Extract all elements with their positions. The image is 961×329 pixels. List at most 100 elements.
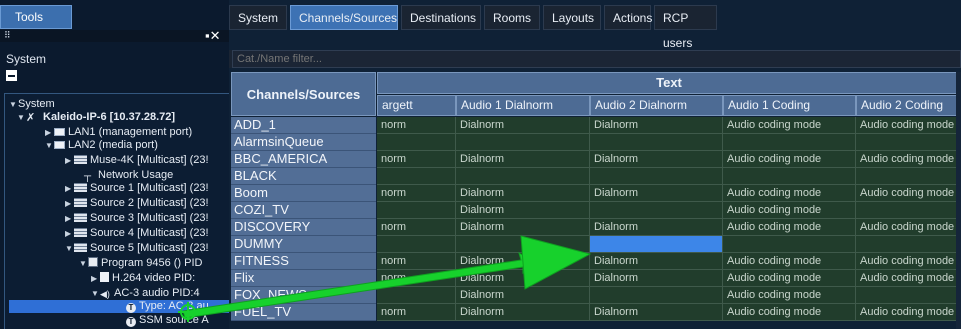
channel-name-cell[interactable]: AlarmsinQueue xyxy=(231,134,376,151)
table-cell[interactable]: Audio coding mode xyxy=(856,304,961,321)
table-cell[interactable]: Dialnorm xyxy=(456,202,590,219)
channel-name-cell[interactable]: ADD_1 xyxy=(231,117,376,134)
tree-node[interactable]: ▼ Source 5 [Multicast] (23! xyxy=(65,242,209,255)
drag-grip-icon[interactable]: ⠿ xyxy=(4,31,11,40)
table-cell[interactable] xyxy=(723,168,856,185)
tree-node[interactable]: ▶ Source 3 [Multicast] (23! xyxy=(65,212,209,225)
table-cell[interactable]: Audio coding mode xyxy=(856,219,961,236)
table-cell[interactable] xyxy=(590,202,723,219)
tree-node[interactable]: ▼ LAN2 (media port) xyxy=(45,139,158,152)
table-cell[interactable]: Dialnorm xyxy=(590,151,723,168)
tree-node[interactable]: ▶ Source 1 [Multicast] (23! xyxy=(65,182,209,195)
tree-node[interactable]: ▼System xyxy=(9,98,55,111)
tree-node[interactable]: T SSM source A xyxy=(117,314,209,327)
table-cell[interactable]: Dialnorm xyxy=(456,270,590,287)
table-cell[interactable]: Dialnorm xyxy=(456,287,590,304)
table-cell[interactable]: Audio coding mode xyxy=(856,185,961,202)
tree-node[interactable]: ┬ Network Usage xyxy=(75,169,173,182)
table-cell[interactable] xyxy=(856,202,961,219)
table-cell[interactable]: Dialnorm xyxy=(590,253,723,270)
tree-node[interactable]: ▶ Muse-4K [Multicast] (23! xyxy=(65,154,209,167)
collapsed-arrow-icon[interactable]: ▶ xyxy=(65,182,74,195)
column-header[interactable]: Audio 2 Coding xyxy=(856,95,961,116)
table-cell[interactable]: norm xyxy=(377,151,456,168)
collapsed-arrow-icon[interactable]: ▶ xyxy=(45,126,54,139)
expanded-arrow-icon[interactable]: ▼ xyxy=(91,287,100,300)
table-cell[interactable] xyxy=(377,202,456,219)
expanded-arrow-icon[interactable]: ▼ xyxy=(17,111,26,124)
channel-name-cell[interactable]: FITNESS xyxy=(231,253,376,270)
table-cell[interactable]: Audio coding mode xyxy=(856,253,961,270)
table-cell[interactable]: norm xyxy=(377,117,456,134)
table-cell[interactable]: Audio coding mode xyxy=(723,270,856,287)
table-cell[interactable]: Dialnorm xyxy=(456,304,590,321)
expanded-arrow-icon[interactable]: ▼ xyxy=(65,242,74,255)
table-cell[interactable]: Audio coding mode xyxy=(723,219,856,236)
table-cell[interactable] xyxy=(856,287,961,304)
table-cell[interactable] xyxy=(723,134,856,151)
collapsed-arrow-icon[interactable]: ▶ xyxy=(65,227,74,240)
collapsed-arrow-icon[interactable]: ▶ xyxy=(65,212,74,225)
channel-name-cell[interactable]: BBC_AMERICA xyxy=(231,151,376,168)
collapsed-arrow-icon[interactable]: ▶ xyxy=(91,272,100,285)
close-panel-icon[interactable]: ▪✕ xyxy=(205,29,221,42)
tree-node[interactable]: ▼ Program 9456 () PID xyxy=(79,257,202,270)
table-cell[interactable]: Dialnorm xyxy=(456,219,590,236)
table-cell[interactable]: Dialnorm xyxy=(456,117,590,134)
tab-rooms[interactable]: Rooms xyxy=(484,5,540,30)
table-cell[interactable] xyxy=(456,168,590,185)
table-cell[interactable] xyxy=(377,134,456,151)
table-cell[interactable]: Dialnorm xyxy=(590,185,723,202)
table-cell[interactable]: Audio coding mode xyxy=(856,117,961,134)
table-cell[interactable]: Dialnorm xyxy=(456,185,590,202)
table-cell[interactable] xyxy=(590,168,723,185)
tab-actions[interactable]: Actions xyxy=(604,5,652,30)
table-cell[interactable] xyxy=(590,236,723,253)
table-cell[interactable]: norm xyxy=(377,270,456,287)
table-cell[interactable] xyxy=(590,287,723,304)
table-cell[interactable]: Dialnorm xyxy=(456,151,590,168)
column-header[interactable]: Audio 1 Dialnorm xyxy=(456,95,590,116)
collapse-all-button[interactable] xyxy=(6,70,17,81)
table-cell[interactable]: Audio coding mode xyxy=(723,253,856,270)
table-cell[interactable] xyxy=(856,168,961,185)
table-cell[interactable]: Audio coding mode xyxy=(723,202,856,219)
column-header[interactable]: Audio 2 Dialnorm xyxy=(590,95,723,116)
channel-name-cell[interactable]: FOX_NEWS xyxy=(231,287,376,304)
table-cell[interactable] xyxy=(377,236,456,253)
tree-node[interactable]: ▶ H.264 video PID: xyxy=(91,272,195,285)
table-cell[interactable] xyxy=(590,134,723,151)
channel-name-cell[interactable]: DUMMY xyxy=(231,236,376,253)
table-cell[interactable]: Dialnorm xyxy=(590,117,723,134)
table-cell[interactable]: norm xyxy=(377,304,456,321)
channel-name-cell[interactable]: DISCOVERY xyxy=(231,219,376,236)
table-cell[interactable]: Audio coding mode xyxy=(723,287,856,304)
channel-name-cell[interactable]: COZI_TV xyxy=(231,202,376,219)
column-header[interactable]: argett xyxy=(377,95,456,116)
tools-tab[interactable]: Tools xyxy=(0,5,72,29)
tab-destinations[interactable]: Destinations xyxy=(401,5,481,30)
table-cell[interactable]: Audio coding mode xyxy=(723,304,856,321)
collapsed-arrow-icon[interactable]: ▶ xyxy=(65,197,74,210)
table-cell[interactable]: Audio coding mode xyxy=(856,151,961,168)
tree-node[interactable]: T Type: AC-3 au xyxy=(9,300,229,313)
channel-name-cell[interactable]: FUEL_TV xyxy=(231,304,376,321)
tree-node[interactable]: ▶ LAN1 (management port) xyxy=(45,126,192,139)
table-cell[interactable]: norm xyxy=(377,185,456,202)
table-cell[interactable] xyxy=(456,134,590,151)
table-cell[interactable]: Dialnorm xyxy=(590,304,723,321)
tree-node[interactable]: ▼◀) AC-3 audio PID:4 xyxy=(91,287,200,300)
vertical-scrollbar[interactable] xyxy=(956,72,961,329)
name-filter-input[interactable] xyxy=(232,50,961,68)
system-tree[interactable]: ▼System ▼✗ Kaleido-IP-6 [10.37.28.72] ▶ LAN1… xyxy=(4,93,229,329)
tree-node[interactable]: ▶ Source 4 [Multicast] (23! xyxy=(65,227,209,240)
table-cell[interactable] xyxy=(377,168,456,185)
column-header[interactable]: Audio 1 Coding xyxy=(723,95,856,116)
table-cell[interactable]: norm xyxy=(377,219,456,236)
tab-system[interactable]: System xyxy=(229,5,287,30)
table-cell[interactable]: Audio coding mode xyxy=(723,185,856,202)
tab-layouts[interactable]: Layouts xyxy=(543,5,601,30)
tree-node[interactable]: ▼✗ Kaleido-IP-6 [10.37.28.72] xyxy=(17,111,175,124)
channel-name-cell[interactable]: Flix xyxy=(231,270,376,287)
table-cell[interactable] xyxy=(456,236,590,253)
